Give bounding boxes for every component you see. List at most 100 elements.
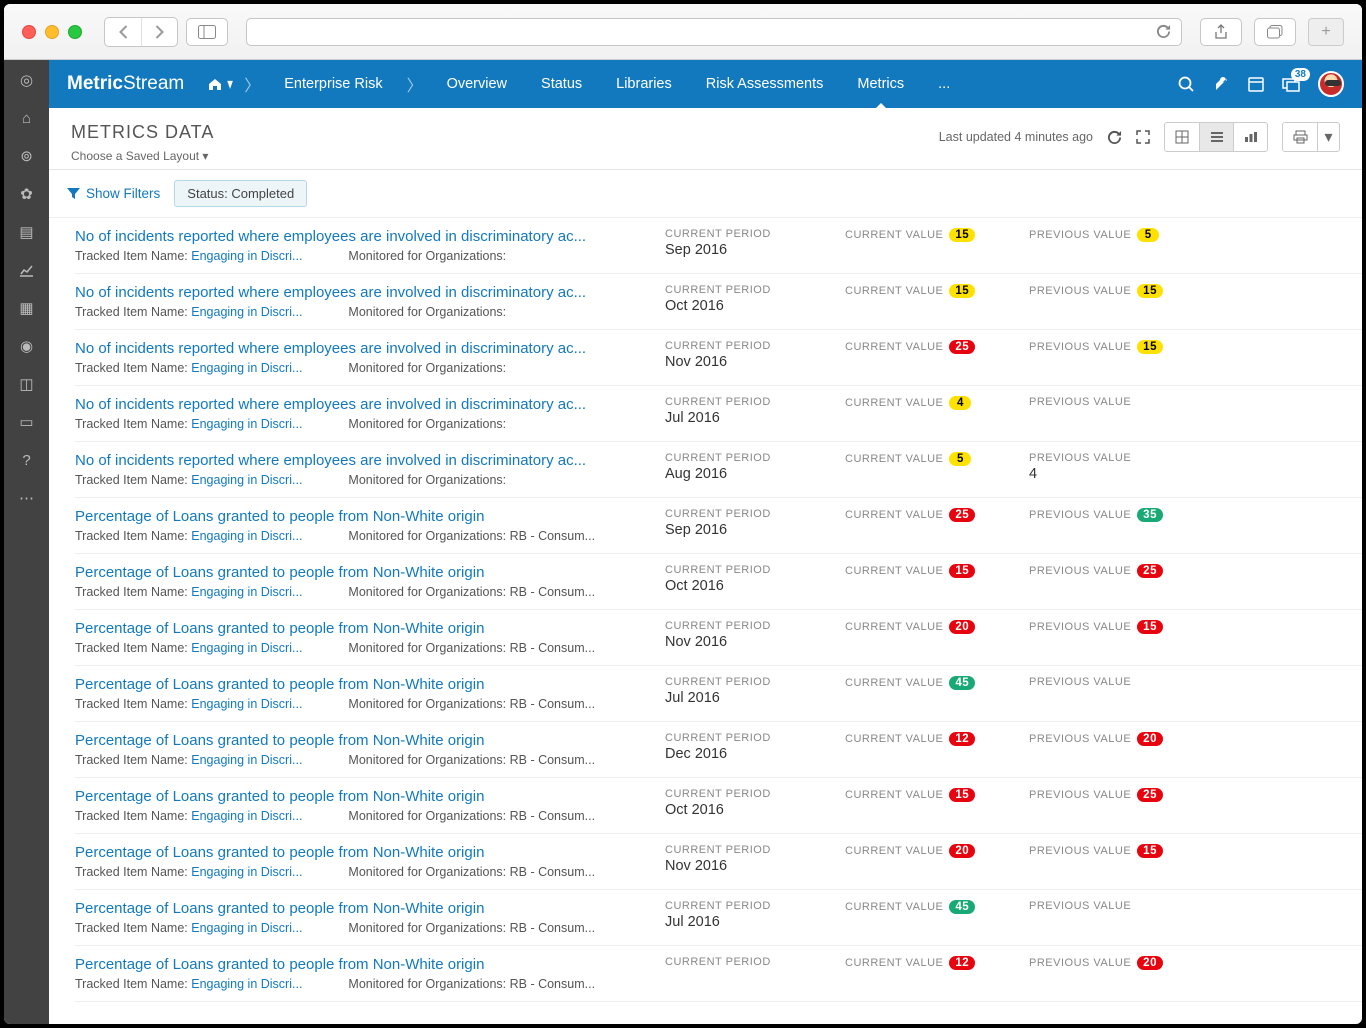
metric-title-link[interactable]: No of incidents reported where employees… xyxy=(75,452,655,469)
tracked-item-link[interactable]: Engaging in Discri... xyxy=(191,753,302,767)
tracked-item-link[interactable]: Engaging in Discri... xyxy=(191,809,302,823)
page-header: METRICS DATA Choose a Saved Layout ▾ Las… xyxy=(49,108,1362,170)
tracked-item-link[interactable]: Engaging in Discri... xyxy=(191,305,302,319)
chart-view-button[interactable] xyxy=(1233,123,1267,151)
breadcrumb-parent[interactable]: Enterprise Risk xyxy=(270,60,396,108)
tracked-item: Tracked Item Name: Engaging in Discri... xyxy=(75,249,302,263)
nav-item--[interactable]: ... xyxy=(924,60,964,108)
rail-target-icon[interactable]: ⊚ xyxy=(17,146,37,166)
new-tab-button[interactable]: + xyxy=(1308,18,1344,46)
tracked-item-link[interactable]: Engaging in Discri... xyxy=(191,529,302,543)
current-period-label: CURRENT PERIOD xyxy=(665,956,845,968)
tracked-item-link[interactable]: Engaging in Discri... xyxy=(191,921,302,935)
rail-grid-icon[interactable]: ▦ xyxy=(17,298,37,318)
rail-more-icon[interactable]: ⋯ xyxy=(17,488,37,508)
rail-home-icon[interactable]: ⌂ xyxy=(17,108,37,128)
metric-title-link[interactable]: Percentage of Loans granted to people fr… xyxy=(75,732,655,749)
refresh-icon[interactable] xyxy=(1156,24,1171,39)
rail-card-icon[interactable]: ▭ xyxy=(17,412,37,432)
list-view-button[interactable] xyxy=(1199,123,1233,151)
metric-title-link[interactable]: Percentage of Loans granted to people fr… xyxy=(75,956,655,973)
back-button[interactable] xyxy=(105,18,141,46)
close-window-button[interactable] xyxy=(22,25,36,39)
metric-title-link[interactable]: Percentage of Loans granted to people fr… xyxy=(75,676,655,693)
value-pill: 15 xyxy=(1137,284,1163,298)
traffic-lights xyxy=(22,25,82,39)
grid-view-button[interactable] xyxy=(1165,123,1199,151)
print-dropdown-button[interactable]: ▾ xyxy=(1317,123,1339,151)
metric-row: Percentage of Loans granted to people fr… xyxy=(75,666,1362,722)
nav-item-status[interactable]: Status xyxy=(527,60,596,108)
rail-circle-icon[interactable]: ◉ xyxy=(17,336,37,356)
fullscreen-icon[interactable] xyxy=(1136,130,1150,144)
nav-item-metrics[interactable]: Metrics xyxy=(843,60,918,108)
metric-row: Percentage of Loans granted to people fr… xyxy=(75,946,1362,1002)
show-filters-button[interactable]: Show Filters xyxy=(67,186,160,201)
metric-title-link[interactable]: Percentage of Loans granted to people fr… xyxy=(75,844,655,861)
value-pill: 20 xyxy=(949,620,975,634)
previous-value-label: PREVIOUS VALUE 15 xyxy=(1029,284,1209,298)
metrics-list[interactable]: No of incidents reported where employees… xyxy=(49,218,1362,1024)
last-updated-label: Last updated 4 minutes ago xyxy=(939,130,1093,144)
metric-title-link[interactable]: Percentage of Loans granted to people fr… xyxy=(75,788,655,805)
share-button[interactable] xyxy=(1200,18,1242,46)
tracked-item-link[interactable]: Engaging in Discri... xyxy=(191,473,302,487)
value-pill: 25 xyxy=(1137,788,1163,802)
metric-title-link[interactable]: No of incidents reported where employees… xyxy=(75,396,655,413)
print-group: ▾ xyxy=(1282,122,1340,152)
previous-value-label: PREVIOUS VALUE 15 xyxy=(1029,620,1209,634)
rail-list-icon[interactable]: ▤ xyxy=(17,222,37,242)
current-period-value: Oct 2016 xyxy=(665,578,845,594)
nav-item-risk-assessments[interactable]: Risk Assessments xyxy=(692,60,838,108)
tracked-item-link[interactable]: Engaging in Discri... xyxy=(191,697,302,711)
current-period-value: Oct 2016 xyxy=(665,298,845,314)
minimize-window-button[interactable] xyxy=(45,25,59,39)
maximize-window-button[interactable] xyxy=(68,25,82,39)
current-value-label: CURRENT VALUE 45 xyxy=(845,900,1029,914)
sidebar-toggle-button[interactable] xyxy=(186,18,228,46)
tracked-item-link[interactable]: Engaging in Discri... xyxy=(191,417,302,431)
saved-layout-dropdown[interactable]: Choose a Saved Layout ▾ xyxy=(71,149,214,163)
current-period-label: CURRENT PERIOD xyxy=(665,340,845,352)
nav-item-overview[interactable]: Overview xyxy=(433,60,521,108)
print-button[interactable] xyxy=(1283,123,1317,151)
tracked-item-link[interactable]: Engaging in Discri... xyxy=(191,361,302,375)
home-breadcrumb[interactable]: ▾ xyxy=(208,74,234,94)
calendar-icon[interactable] xyxy=(1248,76,1264,92)
metric-title-link[interactable]: Percentage of Loans granted to people fr… xyxy=(75,900,655,917)
show-filters-label: Show Filters xyxy=(86,186,160,201)
monitored-orgs: Monitored for Organizations: RB - Consum… xyxy=(348,921,595,935)
notifications-icon[interactable]: 38 xyxy=(1282,76,1300,92)
rail-gear-icon[interactable]: ✿ xyxy=(17,184,37,204)
metric-title-link[interactable]: Percentage of Loans granted to people fr… xyxy=(75,620,655,637)
rail-box-icon[interactable]: ◫ xyxy=(17,374,37,394)
forward-button[interactable] xyxy=(141,18,177,46)
address-bar[interactable] xyxy=(246,18,1182,46)
refresh-icon[interactable] xyxy=(1107,130,1122,145)
current-period-label: CURRENT PERIOD xyxy=(665,732,845,744)
metric-title-link[interactable]: No of incidents reported where employees… xyxy=(75,228,655,245)
tracked-item-link[interactable]: Engaging in Discri... xyxy=(191,865,302,879)
tracked-item-link[interactable]: Engaging in Discri... xyxy=(191,641,302,655)
brand-logo[interactable]: MetricStream xyxy=(67,73,184,95)
tracked-item-link[interactable]: Engaging in Discri... xyxy=(191,585,302,599)
metric-title-link[interactable]: Percentage of Loans granted to people fr… xyxy=(75,508,655,525)
tracked-item-link[interactable]: Engaging in Discri... xyxy=(191,977,302,991)
monitored-orgs: Monitored for Organizations: RB - Consum… xyxy=(348,865,595,879)
rail-chart-icon[interactable] xyxy=(17,260,37,280)
rail-help-icon[interactable]: ? xyxy=(17,450,37,470)
tracked-item-link[interactable]: Engaging in Discri... xyxy=(191,249,302,263)
value-pill: 15 xyxy=(1137,844,1163,858)
metric-row: Percentage of Loans granted to people fr… xyxy=(75,834,1362,890)
avatar[interactable] xyxy=(1318,71,1344,97)
rail-gauge-icon[interactable]: ◎ xyxy=(17,70,37,90)
search-icon[interactable] xyxy=(1178,76,1195,93)
nav-item-libraries[interactable]: Libraries xyxy=(602,60,686,108)
tools-icon[interactable] xyxy=(1213,76,1230,93)
filter-chip-status[interactable]: Status: Completed xyxy=(174,180,307,207)
current-period-value: Jul 2016 xyxy=(665,690,845,706)
tabs-button[interactable] xyxy=(1254,18,1296,46)
metric-title-link[interactable]: No of incidents reported where employees… xyxy=(75,284,655,301)
metric-title-link[interactable]: Percentage of Loans granted to people fr… xyxy=(75,564,655,581)
metric-title-link[interactable]: No of incidents reported where employees… xyxy=(75,340,655,357)
